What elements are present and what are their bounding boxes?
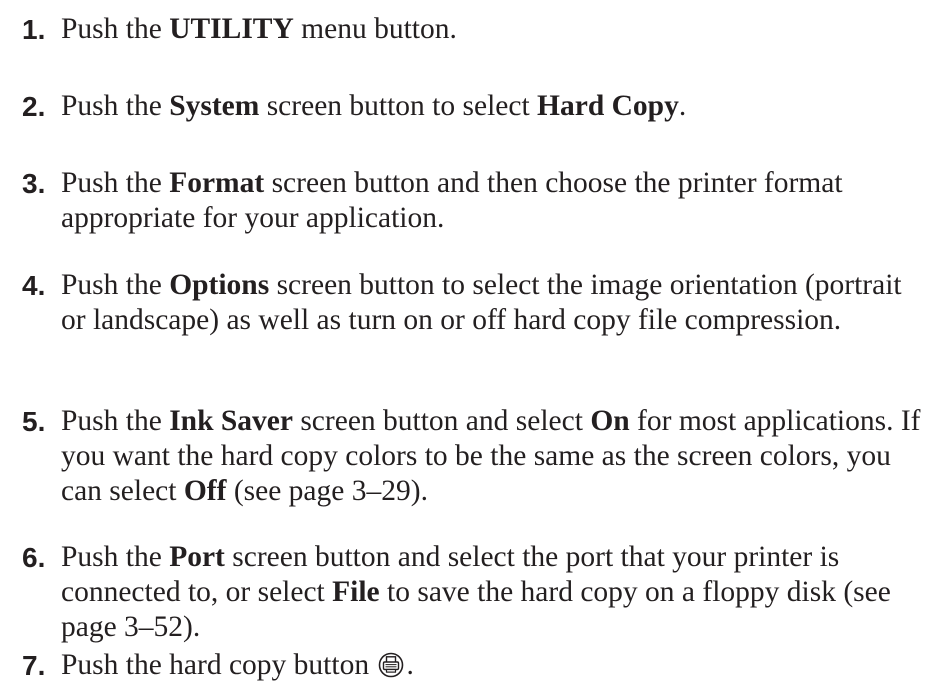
step-text: Push the Options screen button to select… [61,269,902,336]
step-text: Push the UTILITY menu button. [61,13,457,45]
step-6: 6. Push the Port screen button and selec… [22,540,927,645]
step-number: 6. [22,542,46,573]
step-number: 3. [22,168,46,199]
step-1: 1. Push the UTILITY menu button. [22,12,927,47]
step-number: 5. [22,406,46,437]
ui-term: Hard Copy [537,90,679,122]
step-text: Push the Format screen button and then c… [61,167,843,234]
ui-term: File [332,576,380,608]
ui-term: Format [169,167,265,199]
step-7: 7. Push the hard copy button . [22,648,927,683]
ui-term: Off [183,475,227,507]
step-text: Push the Ink Saver screen button and sel… [61,405,921,507]
ui-term: System [169,90,260,122]
step-number: 7. [22,650,46,681]
ui-term: Port [169,541,225,573]
step-4: 4. Push the Options screen button to sel… [22,268,927,338]
step-number: 1. [22,14,46,45]
ui-term: UTILITY [169,13,294,45]
instruction-page: 1. Push the UTILITY menu button. 2. Push… [0,0,937,697]
step-text: Push the hard copy button . [61,649,414,681]
step-number: 2. [22,91,46,122]
ui-term: Ink Saver [169,405,293,437]
printer-hardcopy-icon [379,652,404,678]
step-text: Push the System screen button to select … [61,90,687,122]
step-number: 4. [22,270,46,301]
step-5: 5. Push the Ink Saver screen button and … [22,404,927,509]
step-2: 2. Push the System screen button to sele… [22,89,927,124]
step-text: Push the Port screen button and select t… [61,541,891,643]
ui-term: Options [169,269,270,301]
ui-term: On [590,405,630,437]
step-3: 3. Push the Format screen button and the… [22,166,927,236]
